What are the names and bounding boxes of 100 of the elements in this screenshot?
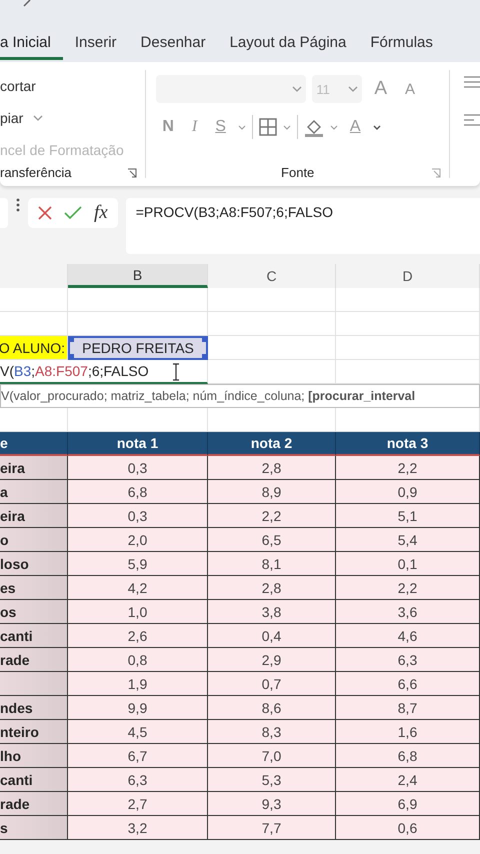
chevron-down-icon[interactable] [372, 124, 381, 130]
align-left-icon[interactable] [464, 114, 480, 126]
table-cell: 2,7 [68, 792, 208, 816]
chevron-down-icon [33, 115, 44, 121]
table-cell: 6,8 [336, 744, 480, 768]
table-cell: 4,2 [68, 576, 208, 600]
table-cell: 4,6 [336, 624, 480, 648]
chevron-down-icon [348, 86, 358, 92]
table-header-cell: nota 1 [68, 432, 208, 456]
table-cell: 4,5 [68, 720, 208, 744]
table-cell: 8,9 [208, 480, 336, 504]
table-cell: 2,2 [336, 456, 480, 480]
table-cell: 6,9 [336, 792, 480, 816]
table-cell: 7,7 [208, 816, 336, 840]
table-cell: ndes [0, 696, 68, 720]
table-cell: 0,7 [208, 672, 336, 696]
table-cell: 2,8 [208, 576, 336, 600]
table-cell: os [0, 600, 68, 624]
table-cell: 0,9 [336, 480, 480, 504]
group-label: ransferência [0, 165, 72, 180]
table-cell: 0,3 [68, 504, 208, 528]
table-cell: eira [0, 456, 68, 480]
table-cell: 3,2 [68, 816, 208, 840]
empty-cell[interactable] [208, 288, 336, 312]
empty-cell[interactable] [336, 336, 480, 360]
table-cell: 2,9 [208, 648, 336, 672]
table-cell: 3,6 [336, 600, 480, 624]
table-cell: 8,7 [336, 696, 480, 720]
table-cell: 2,4 [336, 768, 480, 792]
table-cell: canti [0, 624, 68, 648]
table-header-cell: nota 2 [208, 432, 336, 456]
table-cell: 9,9 [68, 696, 208, 720]
align-top-icon[interactable] [464, 76, 480, 88]
column-header[interactable]: C [208, 264, 336, 288]
table-cell: 5,1 [336, 504, 480, 528]
ribbon-tab[interactable]: Layout da Página [218, 28, 358, 60]
table-cell: 1,9 [68, 672, 208, 696]
group-label: Fonte [281, 165, 314, 180]
table-cell: rade [0, 648, 68, 672]
ribbon-tab[interactable]: Desenhar [128, 28, 218, 60]
table-cell: 2,2 [336, 576, 480, 600]
table-cell: eira [0, 504, 68, 528]
table-cell: 1,0 [68, 600, 208, 624]
table-header-cell: nota 3 [336, 432, 480, 456]
table-cell: canti [0, 768, 68, 792]
font-size-value: 11 [316, 82, 330, 96]
ribbon-tab[interactable]: Fórmulas [358, 28, 445, 60]
table-cell [0, 672, 68, 696]
table-cell: 7,0 [208, 744, 336, 768]
table-cell: es [0, 576, 68, 600]
table-cell: o [0, 528, 68, 552]
table-cell: 3,8 [208, 600, 336, 624]
font-name-dropdown[interactable] [156, 75, 306, 103]
table-cell: 6,3 [336, 648, 480, 672]
ribbon-tab[interactable]: Inserir [62, 28, 129, 60]
dialog-launcher-icon[interactable] [127, 168, 138, 178]
table-cell: 5,4 [336, 528, 480, 552]
table-header-cell: e [0, 432, 68, 456]
insert-function-button[interactable]: fx [94, 202, 108, 224]
table-cell: 9,3 [208, 792, 336, 816]
clipboard-button[interactable]: cortar [0, 70, 146, 102]
table-cell: rade [0, 792, 68, 816]
table-cell: a [0, 480, 68, 504]
empty-cell[interactable] [336, 288, 480, 312]
column-header[interactable]: D [336, 264, 480, 288]
borders-icon[interactable] [258, 118, 277, 136]
table-cell: loso [0, 552, 68, 576]
more-options-icon[interactable] [16, 198, 20, 212]
formula-field[interactable]: =PROCV(B3;A8:F507;6;FALSO [126, 198, 480, 254]
text-cursor-icon [172, 363, 180, 381]
selected-cell[interactable]: PEDRO FREITAS [68, 336, 208, 360]
table-cell: 8,6 [208, 696, 336, 720]
table-cell: 1,6 [336, 720, 480, 744]
clipboard-button[interactable]: piar [0, 102, 146, 134]
empty-cell[interactable] [0, 288, 68, 312]
table-cell: 0,4 [208, 624, 336, 648]
table-cell: 0,6 [336, 816, 480, 840]
table-cell: 6,8 [68, 480, 208, 504]
table-cell: 2,2 [208, 504, 336, 528]
table-cell: 2,8 [208, 456, 336, 480]
empty-cell[interactable] [208, 312, 336, 336]
close-icon[interactable] [38, 206, 52, 220]
empty-cell[interactable] [336, 312, 480, 336]
formula-text: V(B3;A8:F507;6;FALSO [0, 363, 149, 379]
table-cell: 6,7 [68, 744, 208, 768]
table-cell: 2,0 [68, 528, 208, 552]
chevron-down-icon [292, 86, 302, 92]
table-cell: 6,5 [208, 528, 336, 552]
empty-cell[interactable] [68, 288, 208, 312]
table-cell: 8,1 [208, 552, 336, 576]
table-cell: 2,6 [68, 624, 208, 648]
column-header[interactable] [0, 264, 68, 288]
table-cell: lho [0, 744, 68, 768]
table-cell: 8,3 [208, 720, 336, 744]
checkmark-icon[interactable] [64, 206, 82, 220]
column-header[interactable]: B [68, 264, 208, 288]
table-cell: s [0, 816, 68, 840]
table-cell: nteiro [0, 720, 68, 744]
function-tooltip: V(valor_procurado; matriz_tabela; núm_índice_coluna; [procurar_interval [0, 384, 480, 408]
table-cell: 0,1 [336, 552, 480, 576]
